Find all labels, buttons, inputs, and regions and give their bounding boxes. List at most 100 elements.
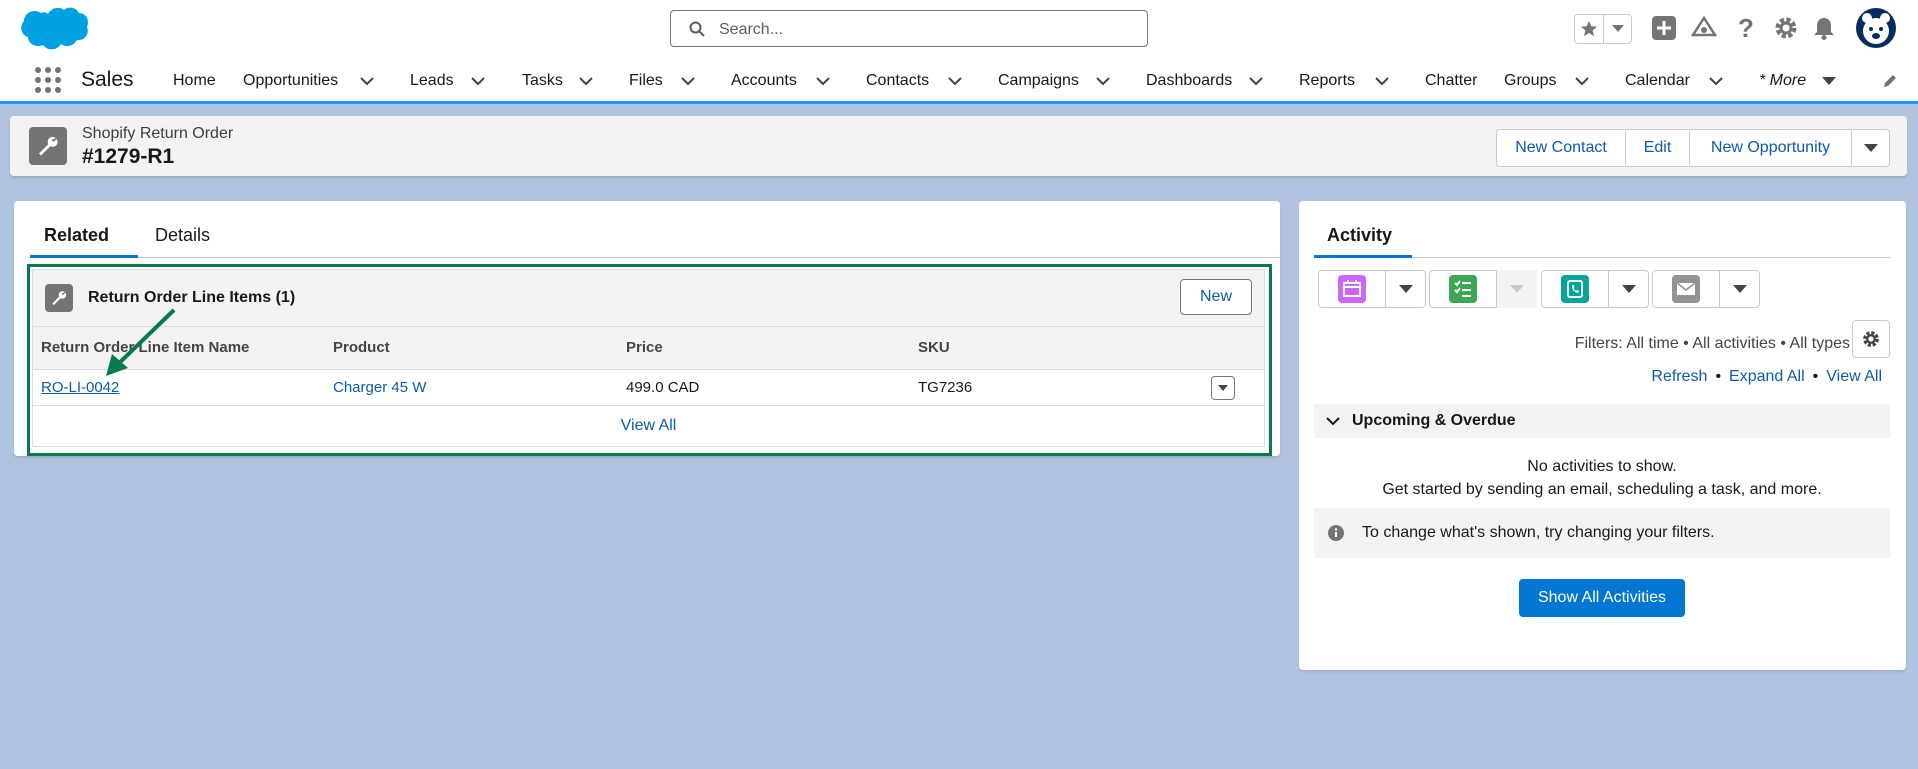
avatar-icon [1856, 8, 1896, 48]
chevron-down-icon[interactable] [1096, 76, 1110, 86]
new-task-button[interactable] [1429, 270, 1497, 308]
show-all-activities-button[interactable]: Show All Activities [1519, 579, 1685, 617]
search-input[interactable] [717, 17, 1121, 43]
question-icon: ? [1738, 12, 1754, 43]
global-header: ? [0, 0, 1918, 58]
tab-divider [30, 257, 1280, 258]
activity-settings-button[interactable] [1852, 320, 1890, 358]
chevron-down-icon[interactable] [1249, 76, 1263, 86]
setup-button[interactable] [1772, 14, 1800, 42]
star-icon [1580, 20, 1598, 37]
nav-item-more[interactable]: * More [1759, 72, 1806, 90]
nav-item-opportunities[interactable]: Opportunities [243, 72, 338, 90]
notifications-button[interactable] [1810, 14, 1838, 42]
favorites-star-button[interactable] [1575, 15, 1603, 43]
help-button[interactable]: ? [1732, 12, 1760, 43]
no-activities-message: No activities to show. Get started by se… [1314, 455, 1890, 501]
upcoming-overdue-section[interactable]: Upcoming & Overdue [1314, 404, 1890, 438]
nav-item-tasks[interactable]: Tasks [522, 72, 563, 90]
chevron-down-icon[interactable] [579, 76, 593, 86]
log-call-menu-button[interactable] [1609, 270, 1649, 308]
favorites-control [1574, 14, 1632, 44]
email-icon [1672, 275, 1700, 303]
chevron-down-icon[interactable] [360, 76, 374, 86]
chevron-down-icon [1863, 144, 1878, 152]
app-launcher-icon[interactable] [34, 66, 62, 94]
new-event-button[interactable] [1318, 270, 1386, 308]
search-icon [689, 21, 705, 37]
object-type-label: Shopify Return Order [82, 125, 234, 142]
annotation-arrow-icon [106, 308, 176, 376]
upcoming-overdue-label: Upcoming & Overdue [1352, 412, 1516, 429]
record-header: Shopify Return Order #1279-R1 New Contac… [10, 116, 1907, 176]
new-task-menu-button [1497, 270, 1537, 308]
email-menu-button[interactable] [1720, 270, 1760, 308]
log-call-button[interactable] [1541, 270, 1609, 308]
tab-activity[interactable]: Activity [1327, 225, 1392, 246]
header-actions: New Contact Edit New Opportunity [1496, 129, 1890, 167]
edit-button[interactable]: Edit [1626, 129, 1690, 167]
nav-item-reports[interactable]: Reports [1299, 72, 1355, 90]
global-actions-button[interactable] [1650, 14, 1678, 42]
record-name: #1279-R1 [82, 145, 175, 168]
new-task-group [1429, 270, 1537, 308]
nav-item-home[interactable]: Home [173, 72, 216, 90]
plus-icon [1652, 16, 1676, 40]
email-button[interactable] [1652, 270, 1720, 308]
chevron-down-icon [1510, 285, 1524, 293]
nav-item-groups[interactable]: Groups [1504, 72, 1556, 90]
activity-view-all-link[interactable]: View All [1826, 368, 1882, 385]
calendar-icon [1338, 275, 1366, 303]
chevron-down-icon[interactable] [948, 76, 962, 86]
separator-dot: • [1715, 368, 1722, 385]
chevron-down-icon[interactable] [1822, 76, 1836, 86]
app-name: Sales [81, 68, 134, 91]
chevron-down-icon[interactable] [1709, 76, 1723, 86]
activity-filters-text[interactable]: Filters: All time • All activities • All… [1575, 335, 1850, 353]
chevron-down-icon [1612, 25, 1624, 32]
chevron-down-icon[interactable] [816, 76, 830, 86]
activity-links: Refresh • Expand All • View All [1651, 368, 1882, 386]
nav-item-contacts[interactable]: Contacts [866, 72, 929, 90]
chevron-down-icon[interactable] [1375, 76, 1389, 86]
nav-item-leads[interactable]: Leads [410, 72, 454, 90]
new-opportunity-button[interactable]: New Opportunity [1690, 129, 1852, 167]
global-search[interactable] [670, 10, 1148, 47]
new-contact-button[interactable]: New Contact [1496, 129, 1626, 167]
chevron-down-icon [1732, 285, 1747, 293]
nav-item-chatter[interactable]: Chatter [1425, 72, 1477, 90]
chevron-down-icon [1621, 285, 1636, 293]
chevron-down-icon[interactable] [471, 76, 485, 86]
nav-item-files[interactable]: Files [629, 72, 663, 90]
log-call-group [1541, 270, 1649, 308]
favorites-menu-button[interactable] [1603, 15, 1632, 43]
tab-related[interactable]: Related [44, 225, 109, 246]
chevron-down-icon [1326, 417, 1340, 426]
get-started-text: Get started by sending an email, schedul… [1382, 481, 1822, 498]
chevron-down-icon[interactable] [1575, 76, 1589, 86]
nav-item-campaigns[interactable]: Campaigns [998, 72, 1079, 90]
user-avatar[interactable] [1855, 7, 1897, 49]
bell-icon [1814, 18, 1834, 40]
object-icon [29, 127, 67, 165]
email-group [1652, 270, 1760, 308]
separator-dot: • [1812, 368, 1819, 385]
chevron-down-icon[interactable] [681, 76, 695, 86]
phone-icon [1561, 275, 1589, 303]
nav-item-calendar[interactable]: Calendar [1625, 72, 1690, 90]
refresh-link[interactable]: Refresh [1651, 368, 1707, 385]
trailhead-button[interactable] [1690, 14, 1718, 42]
nav-item-accounts[interactable]: Accounts [731, 72, 797, 90]
tab-details[interactable]: Details [155, 225, 210, 246]
app-nav-bar: Sales Home Opportunities Leads Tasks Fil… [0, 58, 1918, 104]
no-activities-text: No activities to show. [1527, 458, 1677, 475]
new-event-menu-button[interactable] [1386, 270, 1426, 308]
expand-all-link[interactable]: Expand All [1729, 368, 1805, 385]
edit-nav-pencil-icon[interactable] [1882, 73, 1898, 89]
highlight-box [27, 264, 1272, 456]
new-event-group [1318, 270, 1426, 308]
more-actions-button[interactable] [1852, 129, 1890, 167]
salesforce-logo-icon[interactable] [18, 4, 90, 54]
nav-item-dashboards[interactable]: Dashboards [1146, 72, 1232, 90]
tab-active-indicator [1314, 255, 1412, 258]
